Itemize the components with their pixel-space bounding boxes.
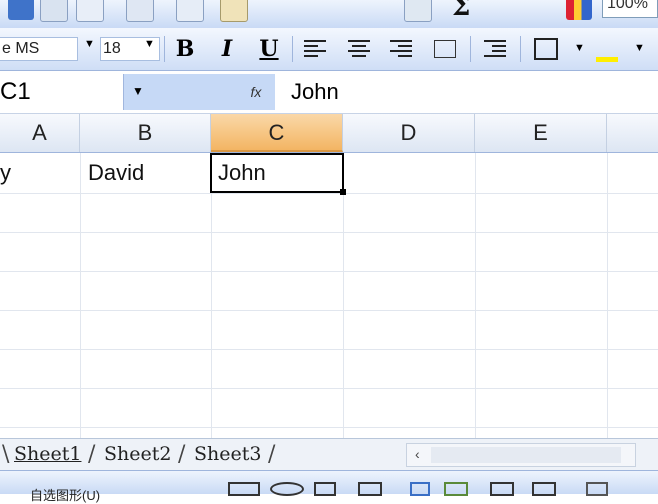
tab-separator: \ xyxy=(2,442,10,467)
toolbar-separator xyxy=(164,36,165,62)
formatting-toolbar: e MS ▼ 18 ▼ B I U ▼ ▼ xyxy=(0,28,658,71)
worksheet-grid[interactable]: y David John xyxy=(0,153,658,438)
grid-line xyxy=(607,153,608,438)
toolbar-separator xyxy=(292,36,293,62)
name-box-dropdown[interactable]: ▼ xyxy=(123,74,212,110)
grid-line xyxy=(0,310,658,311)
merge-center-icon[interactable] xyxy=(434,40,456,58)
scrollbar-thumb[interactable] xyxy=(431,447,621,463)
standard-toolbar: Σ 100% xyxy=(0,0,658,29)
grid-line xyxy=(0,349,658,350)
oval-icon[interactable] xyxy=(270,482,304,496)
font-name-box[interactable]: e MS xyxy=(0,37,78,61)
cell-a1[interactable]: y xyxy=(0,154,78,192)
decrease-indent-icon[interactable] xyxy=(484,40,506,58)
borders-icon[interactable] xyxy=(534,38,558,60)
align-right-icon[interactable] xyxy=(390,40,412,58)
column-header-b[interactable]: B xyxy=(80,114,211,152)
paste-dropdown-icon[interactable] xyxy=(270,0,310,20)
align-left-icon[interactable] xyxy=(304,40,326,58)
align-center-icon[interactable] xyxy=(348,40,370,58)
column-header-a[interactable]: A xyxy=(0,114,80,152)
tab-separator: / xyxy=(88,442,96,467)
drawing-toolbar: 自选图形(U) xyxy=(0,470,658,503)
font-name-dropdown-icon[interactable]: ▼ xyxy=(84,38,95,50)
column-header-e[interactable]: E xyxy=(475,114,607,152)
print-preview-icon[interactable] xyxy=(126,0,154,22)
autosum-icon[interactable]: Σ xyxy=(452,0,470,22)
grid-line xyxy=(0,232,658,233)
name-box[interactable]: C1 xyxy=(0,74,123,110)
column-header-f[interactable] xyxy=(607,114,658,152)
grid-line xyxy=(0,271,658,272)
vertical-textbox-icon[interactable] xyxy=(358,482,382,496)
fill-color-draw-icon[interactable] xyxy=(586,482,608,496)
chart-wizard-icon[interactable] xyxy=(566,0,592,20)
tab-sheet2[interactable]: Sheet2 xyxy=(104,443,171,465)
font-size-dropdown-icon[interactable]: ▼ xyxy=(144,38,155,50)
fill-color-icon[interactable] xyxy=(596,36,618,62)
save-icon[interactable] xyxy=(8,0,34,20)
grid-line xyxy=(0,427,658,428)
formula-input[interactable]: John xyxy=(291,74,339,110)
italic-button[interactable]: I xyxy=(214,36,240,62)
grid-line xyxy=(0,193,658,194)
bold-button[interactable]: B xyxy=(172,36,198,62)
tab-separator: / xyxy=(268,442,276,467)
clipart-icon[interactable] xyxy=(490,482,514,496)
hyperlink-icon[interactable] xyxy=(404,0,432,22)
scroll-left-icon[interactable]: ‹ xyxy=(415,446,420,462)
paste-icon[interactable] xyxy=(220,0,248,22)
textbox-icon[interactable] xyxy=(314,482,336,496)
sort-ascending-icon[interactable] xyxy=(514,0,540,20)
copy-icon[interactable] xyxy=(176,0,204,22)
zoom-box[interactable]: 100% xyxy=(602,0,658,18)
toolbar-separator xyxy=(470,36,471,62)
grid-line xyxy=(80,153,81,438)
tab-separator: / xyxy=(178,442,186,467)
column-header-c[interactable]: C xyxy=(211,114,343,152)
fill-handle[interactable] xyxy=(340,189,346,195)
grid-line xyxy=(0,388,658,389)
sheet-tabs-bar: \ Sheet1 / Sheet2 / Sheet3 / ‹ xyxy=(0,438,658,471)
chevron-down-icon: ▼ xyxy=(132,84,144,98)
toolbar-separator xyxy=(520,36,521,62)
horizontal-scrollbar[interactable]: ‹ xyxy=(406,443,636,467)
permission-icon[interactable] xyxy=(40,0,68,22)
column-header-row: A B C D E xyxy=(0,114,658,153)
fill-color-dropdown-icon[interactable]: ▼ xyxy=(634,42,645,54)
autoshapes-menu[interactable]: 自选图形(U) xyxy=(30,485,100,504)
wordart-icon[interactable] xyxy=(410,482,430,496)
undo-icon[interactable] xyxy=(340,0,394,20)
print-icon[interactable] xyxy=(76,0,104,22)
cell-b1[interactable]: David xyxy=(88,154,208,192)
underline-button[interactable]: U xyxy=(256,36,282,62)
grid-line xyxy=(343,153,344,438)
grid-line xyxy=(211,153,212,438)
insert-picture-icon[interactable] xyxy=(532,482,556,496)
tab-sheet3[interactable]: Sheet3 xyxy=(194,443,261,465)
borders-dropdown-icon[interactable]: ▼ xyxy=(574,42,585,54)
formula-bar: C1 ▼ fx John xyxy=(0,71,658,114)
insert-function-button[interactable]: fx xyxy=(240,74,272,110)
tab-sheet1[interactable]: Sheet1 xyxy=(14,443,81,465)
diagram-icon[interactable] xyxy=(444,482,468,496)
active-cell-border xyxy=(210,153,344,193)
grid-line xyxy=(475,153,476,438)
rectangle-icon[interactable] xyxy=(228,482,260,496)
column-header-d[interactable]: D xyxy=(343,114,475,152)
